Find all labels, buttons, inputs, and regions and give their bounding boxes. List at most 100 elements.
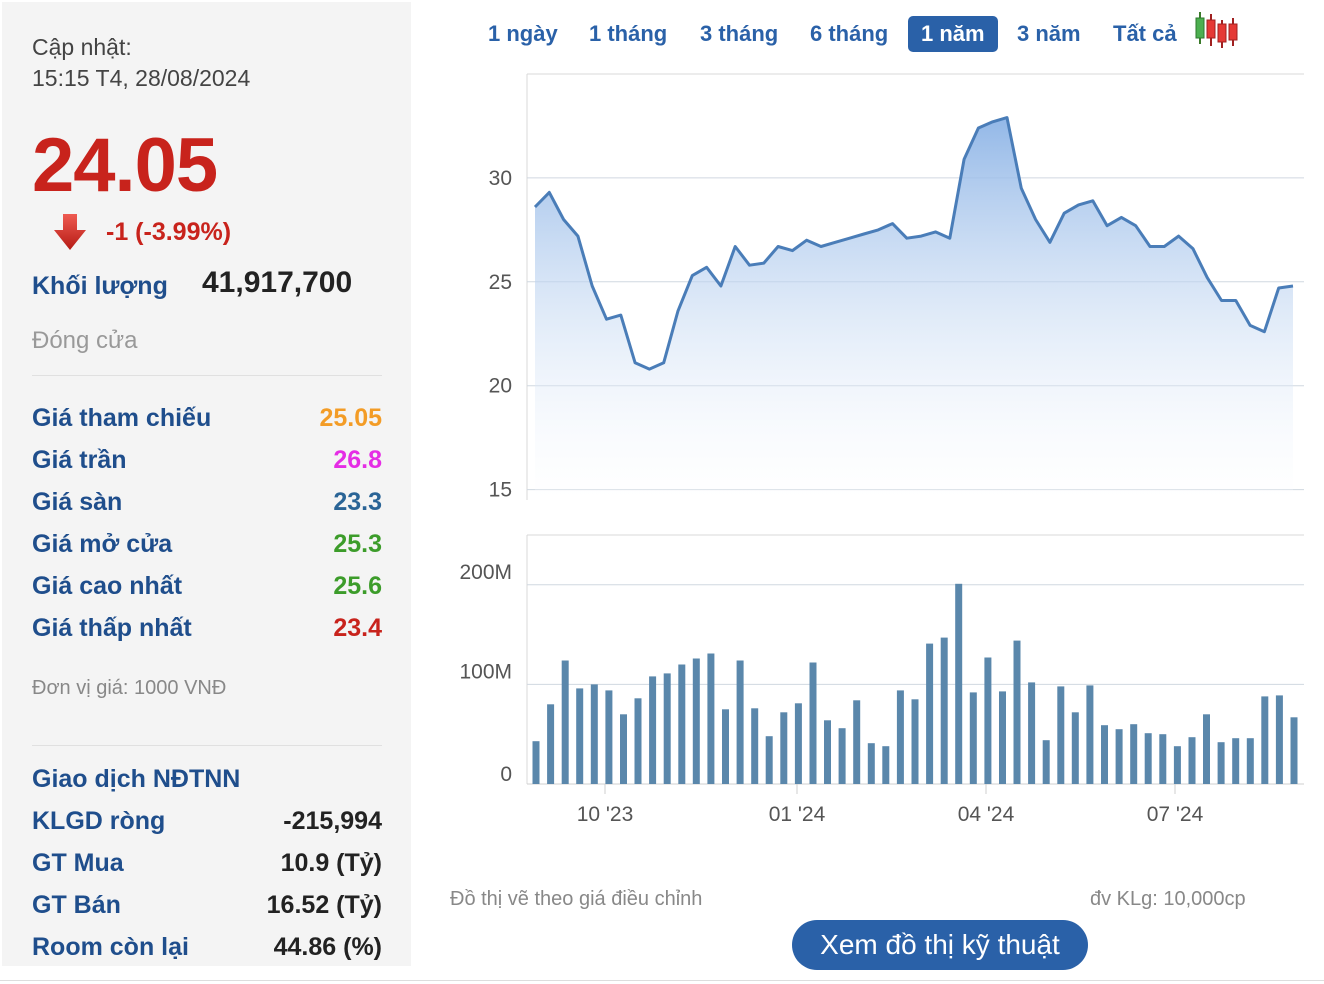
tab-range[interactable]: 3 tháng	[687, 16, 791, 52]
volume-bar	[926, 643, 934, 784]
volume-bar	[940, 637, 948, 784]
volume-bar	[1071, 712, 1079, 784]
volume-bar	[1115, 729, 1123, 784]
price-row: Giá tham chiếu 25.05	[32, 404, 382, 434]
volume-bar	[692, 658, 700, 784]
price-row: Giá mở cửa 25.3	[32, 530, 382, 560]
price-row-value: 25.05	[319, 404, 382, 432]
volume-bar	[1261, 696, 1269, 784]
x-tick-label: 04 '24	[958, 803, 1015, 826]
volume-bar	[1232, 738, 1240, 784]
price-row-value: 26.8	[333, 446, 382, 474]
price-y-tick-label: 30	[489, 167, 512, 190]
technical-chart-button[interactable]: Xem đồ thị kỹ thuật	[792, 920, 1088, 970]
volume-bar	[1159, 734, 1167, 784]
foreign-row-value: -215,994	[283, 807, 382, 835]
volume-bar	[547, 704, 555, 784]
foreign-row: GT Mua 10.9 (Tỷ)	[32, 849, 382, 879]
price-row-label: Giá tham chiếu	[32, 404, 212, 432]
volume-bar	[736, 660, 744, 784]
volume-label: Khối lượng	[32, 272, 168, 300]
volume-bar	[1042, 740, 1050, 784]
volume-bar	[1086, 685, 1094, 784]
range-tabs: 1 ngày 1 tháng 3 tháng 6 tháng 1 năm 3 năm Tất…	[475, 16, 1255, 54]
foreign-row-label: KLGD ròng	[32, 807, 166, 835]
x-tick-label: 10 '23	[577, 803, 634, 826]
price-row-label: Giá trần	[32, 446, 127, 474]
foreign-row: GT Bán 16.52 (Tỷ)	[32, 891, 382, 921]
volume-bar	[532, 741, 540, 784]
tab-range[interactable]: 3 năm	[1004, 16, 1094, 52]
x-tick-label: 01 '24	[769, 803, 826, 826]
price-row: Giá sàn 23.3	[32, 488, 382, 518]
volume-bar	[984, 657, 992, 784]
price-y-tick-label: 20	[489, 375, 512, 398]
volume-bar	[1144, 733, 1152, 784]
volume-bar	[765, 736, 773, 784]
tab-range[interactable]: 1 tháng	[576, 16, 680, 52]
price-change: -1 (-3.99%)	[106, 218, 232, 246]
tab-range[interactable]: 1 ngày	[475, 16, 571, 52]
down-arrow-icon	[54, 214, 86, 250]
foreign-row-label: Room còn lại	[32, 933, 189, 961]
volume-bar	[1290, 717, 1298, 784]
volume-bar	[1217, 742, 1225, 784]
unit-note: Đơn vị giá: 1000 VNĐ	[32, 677, 227, 699]
price-area-fill	[535, 117, 1293, 500]
volume-bar	[590, 684, 598, 784]
price-row-label: Giá sàn	[32, 488, 123, 516]
price-row: Giá trần 26.8	[32, 446, 382, 476]
volume-bar	[707, 653, 715, 784]
volume-bar	[882, 746, 890, 784]
current-price: 24.05	[32, 123, 218, 208]
tab-range[interactable]: 1 năm	[908, 16, 998, 52]
volume-bar	[605, 690, 613, 784]
price-row-value: 25.3	[333, 530, 382, 558]
volume-bar	[999, 691, 1006, 784]
foreign-trade-title: Giao dịch NĐTNN	[32, 765, 241, 793]
price-row-label: Giá thấp nhất	[32, 614, 192, 642]
foreign-row: KLGD ròng -215,994	[32, 807, 382, 837]
volume-bar	[620, 714, 627, 784]
update-time: 15:15 T4, 28/08/2024	[32, 65, 251, 91]
volume-bar	[1028, 682, 1036, 784]
price-row-label: Giá cao nhất	[32, 572, 183, 600]
volume-bar	[663, 673, 671, 784]
divider	[0, 980, 1324, 981]
volume-bar	[1246, 738, 1254, 784]
divider	[32, 745, 382, 746]
divider	[32, 375, 382, 376]
volume-y-tick-label: 200M	[459, 561, 512, 584]
foreign-row-label: GT Mua	[32, 849, 124, 877]
price-row: Giá thấp nhất 23.4	[32, 614, 382, 644]
volume-bar	[853, 700, 861, 784]
volume-bar	[1203, 714, 1210, 784]
volume-bar	[809, 662, 817, 784]
volume-bar	[1101, 725, 1108, 784]
volume-bar	[722, 709, 729, 784]
update-label: Cập nhật:	[32, 34, 132, 60]
foreign-row-value: 16.52 (Tỷ)	[266, 891, 382, 919]
volume-bar	[1057, 686, 1065, 784]
volume-y-tick-label: 0	[500, 763, 512, 786]
tab-range[interactable]: Tất cả	[1100, 16, 1190, 52]
volume-bar	[867, 743, 875, 784]
volume-unit-note: đv KLg: 10,000cp	[1090, 888, 1246, 910]
price-row: Giá cao nhất 25.6	[32, 572, 382, 602]
price-row-value: 25.6	[333, 572, 382, 600]
foreign-row: Room còn lại 44.86 (%)	[32, 933, 382, 963]
foreign-row-value: 44.86 (%)	[273, 933, 382, 961]
price-volume-chart: 15 20 25 30 0 100M 200M 10 '23 01 '24 04 '24 07 …	[459, 73, 1304, 826]
volume-bar	[794, 703, 802, 784]
candlestick-chart-icon[interactable]	[1193, 10, 1239, 50]
price-row-value: 23.4	[333, 614, 382, 642]
adjusted-price-note: Đồ thị vẽ theo giá điều chỉnh	[450, 888, 703, 910]
tab-range[interactable]: 6 tháng	[797, 16, 901, 52]
volume-bar	[838, 728, 846, 784]
price-y-tick-label: 25	[489, 271, 512, 294]
stock-info-panel: Cập nhật: 15:15 T4, 28/08/2024 24.05 -1 …	[2, 2, 411, 966]
volume-bar	[1173, 746, 1181, 784]
volume-bar	[634, 698, 642, 784]
volume-bar	[561, 660, 569, 784]
volume-bar	[678, 664, 686, 784]
